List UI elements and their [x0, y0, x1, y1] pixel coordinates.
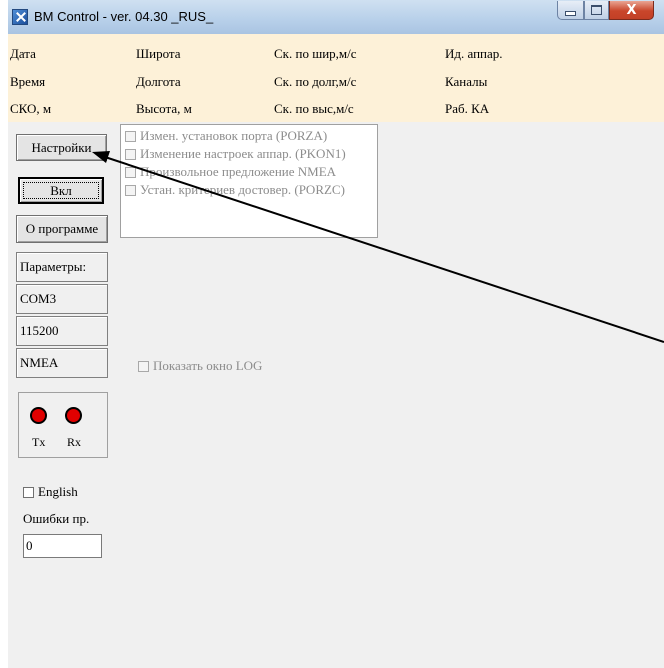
- arrow-line: [104, 156, 664, 343]
- arrow-head: [92, 151, 110, 163]
- arrow-annotation: [92, 151, 664, 343]
